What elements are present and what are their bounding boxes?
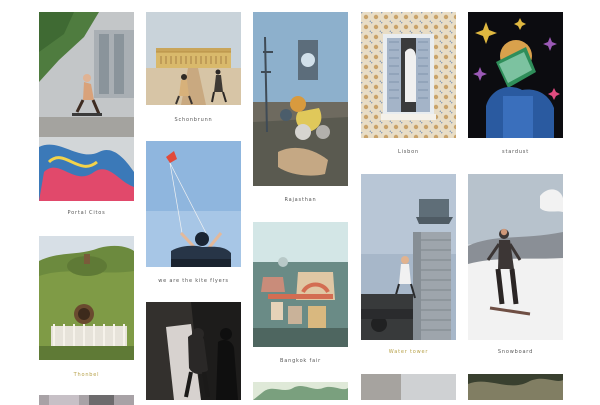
photo-card[interactable]: Water tower [361, 174, 456, 360]
photo-caption: Portal Citos [67, 210, 106, 216]
photo-card[interactable]: we are the kite flyers [146, 141, 241, 291]
photo-card[interactable] [146, 302, 241, 400]
photo-skateboarder[interactable] [39, 12, 134, 201]
photo-card[interactable]: Rajasthan [253, 12, 348, 207]
photo-caption: Rajasthan [284, 197, 317, 203]
photo-partial[interactable] [468, 374, 563, 400]
photo-card[interactable]: Snowboard [468, 174, 563, 360]
photo-gallery-grid: Portal Citos Thonbel Schonbrunn we are t… [0, 0, 600, 405]
photo-hobbit-house[interactable] [39, 236, 134, 360]
photo-card[interactable]: Portal Citos [39, 12, 134, 222]
photo-caption: Lisbon [398, 149, 419, 155]
photo-caption: Bangkok fair [280, 358, 321, 364]
photo-water-tower[interactable] [361, 174, 456, 340]
photo-caption: Schonbrunn [174, 117, 213, 123]
photo-partial[interactable] [253, 382, 348, 400]
photo-card[interactable] [253, 382, 348, 400]
photo-card[interactable]: stardust [468, 12, 563, 158]
photo-partial[interactable] [361, 374, 456, 400]
photo-caption: we are the kite flyers [158, 278, 229, 284]
photo-card[interactable]: Schonbrunn [146, 12, 241, 127]
photo-kite-flyer[interactable] [146, 141, 241, 267]
photo-caption: Water tower [388, 349, 429, 355]
photo-card[interactable]: Lisbon [361, 12, 456, 158]
photo-fairground[interactable] [253, 222, 348, 347]
photo-caption: Snowboard [497, 349, 534, 355]
photo-child-with-book[interactable] [468, 12, 563, 138]
photo-window-tiles[interactable] [361, 12, 456, 138]
photo-card[interactable] [468, 374, 563, 400]
photo-card[interactable] [361, 374, 456, 400]
photo-caption: Thonbel [73, 372, 100, 378]
photo-card[interactable] [39, 395, 134, 405]
photo-palace[interactable] [146, 12, 241, 105]
photo-village-kitchen[interactable] [253, 12, 348, 186]
photo-shadow-figure[interactable] [146, 302, 241, 400]
photo-partial[interactable] [39, 395, 134, 405]
photo-card[interactable]: Bangkok fair [253, 222, 348, 370]
photo-caption: stardust [502, 149, 529, 155]
photo-card[interactable]: Thonbel [39, 236, 134, 383]
photo-snowboarder[interactable] [468, 174, 563, 340]
